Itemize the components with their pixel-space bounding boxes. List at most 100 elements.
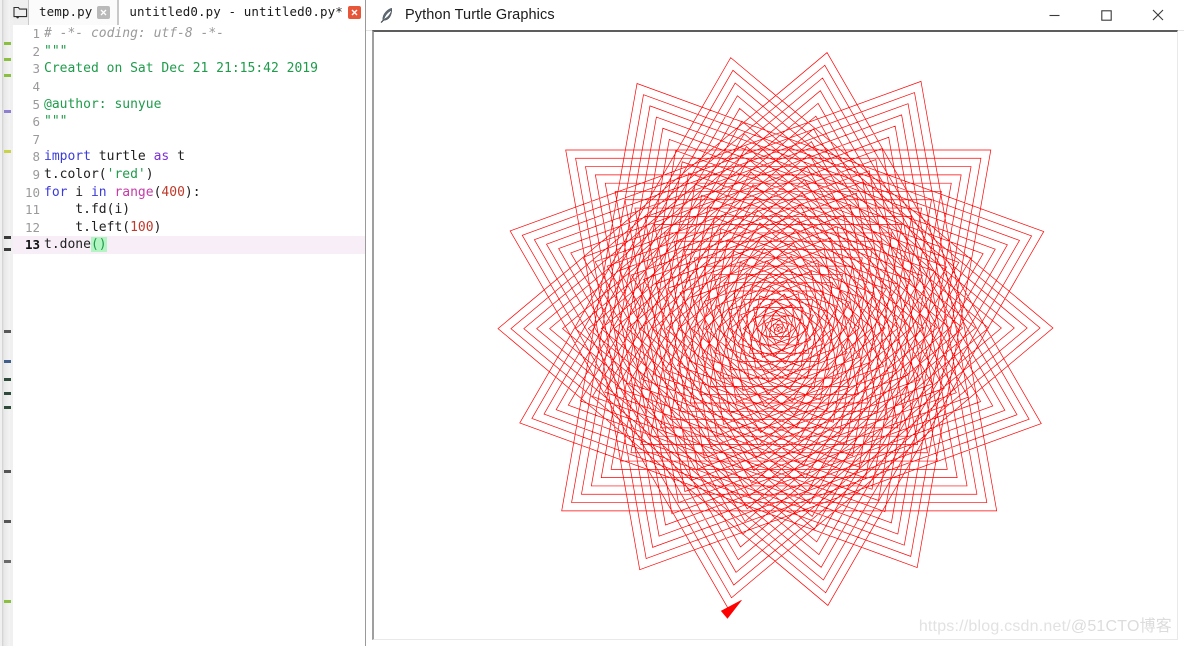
code-line: 3 Created on Sat Dec 21 21:15:42 2019 — [13, 60, 365, 78]
minimap-marker — [4, 392, 11, 395]
maximize-button[interactable] — [1080, 0, 1132, 30]
code-token: t — [169, 149, 185, 165]
minimap-marker — [4, 360, 11, 363]
code-token: @author: sunyue — [44, 96, 162, 112]
code-line: 9 t.color('red') — [13, 166, 365, 184]
code-line-text: import turtle as t — [43, 149, 365, 164]
code-token: i — [67, 184, 91, 200]
turtle-canvas-frame — [372, 30, 1178, 640]
code-line-text: t.left(100) — [43, 220, 365, 235]
window-title: Python Turtle Graphics — [405, 7, 555, 23]
line-number: 7 — [32, 131, 40, 147]
line-number: 6 — [32, 114, 40, 130]
tab-temp-py[interactable]: temp.py — [28, 0, 119, 25]
code-line-text: """ — [43, 44, 365, 59]
minimap-marker — [4, 406, 11, 409]
code-token: 400 — [161, 184, 185, 200]
code-token: # -*- coding: utf-8 -*- — [44, 26, 225, 42]
window-controls — [1028, 0, 1184, 30]
code-line: 13 t.done() — [13, 236, 365, 254]
close-icon[interactable] — [347, 6, 361, 19]
turtle-canvas[interactable] — [374, 32, 1177, 639]
minimap-marker — [4, 58, 11, 61]
code-token: Created on Sat Dec 21 21:15:42 2019 — [44, 61, 318, 77]
minimap-marker — [4, 110, 11, 113]
code-token: ): — [184, 184, 201, 200]
code-token: t.done — [44, 237, 91, 253]
code-line: 1 # -*- coding: utf-8 -*- — [13, 25, 365, 43]
turtle-drawing — [497, 52, 1054, 619]
minimap-marker — [4, 520, 11, 523]
minimap-marker — [4, 248, 11, 251]
code-line: 10 for i in range(400): — [13, 183, 365, 201]
code-line-text: @author: sunyue — [43, 97, 365, 112]
code-line-text: """ — [43, 114, 365, 129]
code-token: ) — [145, 167, 154, 183]
code-line-text: for i in range(400): — [43, 185, 365, 200]
turtle-graphics-window: Python Turtle Graphics https://blog.csdn… — [366, 0, 1184, 646]
tab-untitled0-py[interactable]: untitled0.py - untitled0.py* — [118, 0, 365, 26]
tab-label: temp.py — [39, 4, 93, 20]
code-line-text: # -*- coding: utf-8 -*- — [43, 26, 365, 41]
minimap-marker — [4, 600, 11, 603]
code-token: 'red' — [106, 167, 146, 183]
code-line-text: t.fd(i) — [43, 202, 365, 217]
minimize-button[interactable] — [1028, 0, 1080, 30]
minimap-marker — [4, 560, 11, 563]
minimap-marker — [4, 330, 11, 333]
code-editor-pane: temp.py untitled0.py - untitled0.py* 1 # … — [13, 0, 366, 646]
code-line-text: t.done() — [43, 237, 365, 253]
editor-tab-bar: temp.py untitled0.py - untitled0.py* — [13, 0, 365, 26]
code-token: in — [90, 184, 107, 200]
code-line: 4 — [13, 78, 365, 96]
code-token: as — [153, 149, 170, 165]
new-file-button[interactable] — [13, 0, 28, 25]
code-line: 7 — [13, 131, 365, 149]
code-token: range — [114, 184, 154, 200]
line-number: 1 — [32, 26, 40, 42]
background-window-sliver[interactable] — [0, 0, 14, 646]
minimap-marker — [4, 74, 11, 77]
screen-root: temp.py untitled0.py - untitled0.py* 1 # … — [0, 0, 1184, 646]
code-token: turtle — [90, 149, 154, 165]
code-token: () — [90, 237, 107, 253]
code-line: 5 @author: sunyue — [13, 95, 365, 113]
code-token: t.left( — [44, 219, 131, 235]
line-number: 2 — [32, 43, 40, 59]
minimap-marker — [4, 42, 11, 45]
folder-icon — [13, 6, 28, 19]
line-number: 12 — [24, 219, 40, 235]
spiral-star-path — [497, 52, 1054, 611]
line-number: 8 — [32, 149, 40, 165]
code-token: import — [44, 149, 91, 165]
feather-pen-icon — [378, 6, 396, 24]
code-line: 8 import turtle as t — [13, 148, 365, 166]
code-line: 11 t.fd(i) — [13, 201, 365, 219]
code-line-text: t.color('red') — [43, 167, 365, 182]
code-line: 6 """ — [13, 113, 365, 131]
code-token: t.fd(i) — [44, 202, 131, 218]
window-title-bar[interactable]: Python Turtle Graphics — [366, 0, 1184, 31]
line-number: 3 — [32, 61, 40, 77]
minimap-marker — [4, 236, 11, 239]
code-text-area[interactable]: 1 # -*- coding: utf-8 -*- 2 """ 3 Created on … — [13, 25, 365, 646]
line-number: 5 — [32, 96, 40, 112]
code-token: 100 — [130, 219, 154, 235]
line-number: 4 — [32, 79, 40, 95]
code-token: t.color( — [44, 167, 107, 183]
code-line: 2 """ — [13, 43, 365, 61]
close-icon[interactable] — [97, 6, 111, 19]
line-number: 10 — [24, 184, 40, 200]
minimap-strip — [2, 0, 11, 646]
line-number: 13 — [24, 237, 40, 253]
minimap-marker — [4, 150, 11, 153]
minimap-marker — [4, 470, 11, 473]
code-token: for — [44, 184, 68, 200]
turtle-cursor-icon — [720, 599, 742, 619]
close-button[interactable] — [1132, 0, 1184, 30]
code-line-text: Created on Sat Dec 21 21:15:42 2019 — [43, 61, 365, 76]
code-token: """ — [44, 43, 68, 59]
line-number: 9 — [32, 167, 40, 183]
code-line: 12 t.left(100) — [13, 219, 365, 237]
tab-label: untitled0.py - untitled0.py* — [129, 4, 343, 20]
